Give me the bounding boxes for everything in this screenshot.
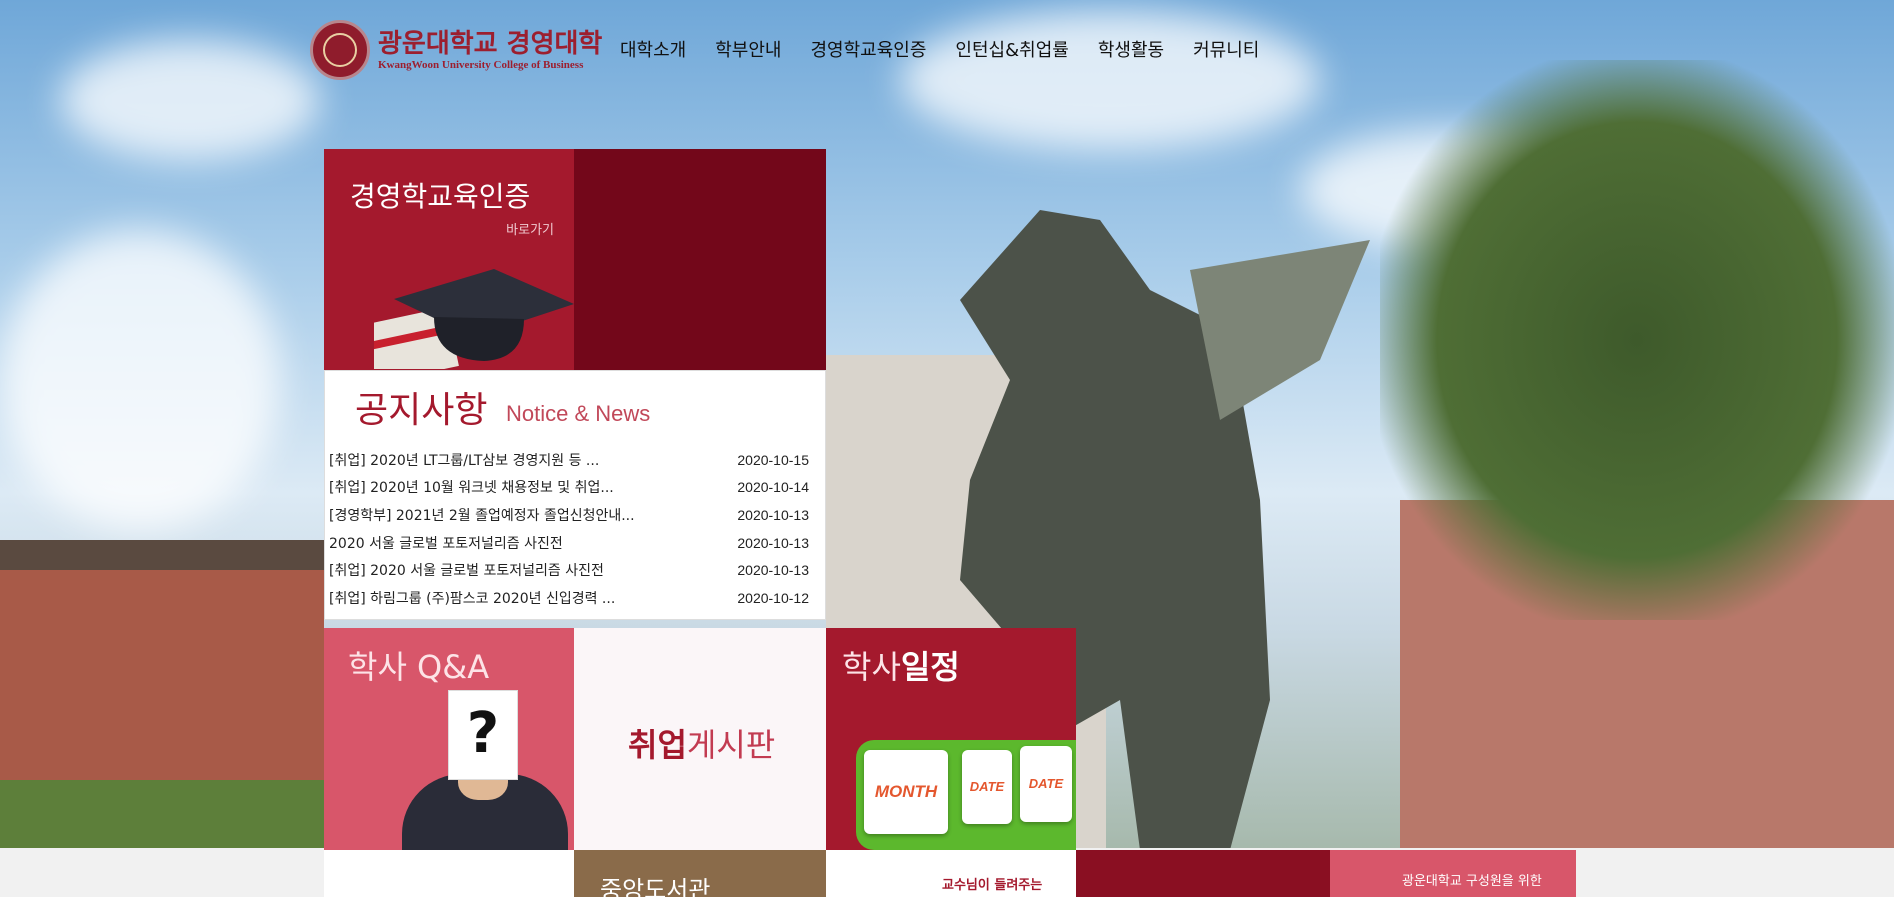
main-nav: 대학소개 학부안내 경영학교육인증 인턴십&취업률 학생활동 커뮤니티 [620, 36, 1259, 62]
university-seal-icon [310, 20, 370, 80]
schedule-title-bold: 일정 [900, 648, 960, 686]
notice-item-text[interactable]: 2020 서울 글로벌 포토저널리즘 사진전 [329, 533, 563, 553]
logo-subtitle: KwangWoon University College of Business [378, 59, 584, 71]
library-title: 중앙도서관 [600, 876, 711, 897]
library-tile[interactable]: 중앙도서관 [574, 850, 826, 897]
accreditation-tile[interactable]: 경영학교육인증 바로가기 [324, 149, 574, 370]
notice-item-text[interactable]: [취업] 하림그룹 (주)팜스코 2020년 신입경력 ... [329, 588, 615, 608]
job-board-title-rest: 게시판 [686, 726, 776, 764]
notice-item[interactable]: [취업] 2020년 LT그룹/LT삼보 경영지원 등 ... 2020-10-1… [329, 446, 809, 474]
nav-item-accreditation[interactable]: 경영학교육인증 [811, 36, 927, 62]
schedule-title-light: 학사 [842, 648, 901, 686]
notice-item[interactable]: [취업] 2020년 10월 워크넷 채용정보 및 취업... 2020-10-1… [329, 474, 809, 502]
calendar-month-icon: MONTH [864, 750, 948, 834]
notice-item-text[interactable]: [취업] 2020 서울 글로벌 포토저널리즘 사진전 [329, 560, 604, 580]
academic-qa-title: 학사 Q&A [348, 648, 490, 686]
notice-item-text[interactable]: [경영학부] 2021년 2월 졸업예정자 졸업신청안내... [329, 505, 635, 525]
cloud [60, 40, 320, 160]
bottom-tile-dark[interactable] [1076, 850, 1330, 897]
academic-schedule-title: 학사일정 [842, 642, 960, 688]
notice-item[interactable]: [취업] 2020 서울 글로벌 포토저널리즘 사진전 2020-10-13 [329, 556, 809, 584]
shrubs [0, 780, 330, 850]
notice-item[interactable]: 2020 서울 글로벌 포토저널리즘 사진전 2020-10-13 [329, 529, 809, 557]
notice-item[interactable]: [취업] 하림그룹 (주)팜스코 2020년 신입경력 ... 2020-10-1… [329, 584, 809, 612]
notice-subtitle: Notice & News [506, 401, 651, 426]
bottom-tile-blank[interactable] [324, 850, 574, 897]
graduation-cap-icon [374, 269, 574, 369]
building-roof [0, 540, 324, 570]
cloud [900, 10, 1320, 150]
question-mark-icon: ? [448, 690, 518, 780]
professor-tile[interactable]: 교수님이 들려주는 [826, 850, 1076, 897]
notice-item-date: 2020-10-12 [737, 589, 809, 606]
notice-item-date: 2020-10-13 [737, 562, 809, 579]
accreditation-panel [574, 149, 826, 370]
academic-schedule-tile[interactable]: 학사일정 MONTH DATE DATE [826, 628, 1076, 850]
notice-list: [취업] 2020년 LT그룹/LT삼보 경영지원 등 ... 2020-10-1… [329, 446, 809, 612]
calendar-date-icon: DATE [962, 750, 1012, 824]
job-board-title: 취업게시판 [628, 720, 775, 766]
professor-title: 교수님이 들려주는 [942, 878, 1043, 893]
notice-item-text[interactable]: [취업] 2020년 10월 워크넷 채용정보 및 취업... [329, 477, 614, 497]
nav-item-intro[interactable]: 대학소개 [620, 36, 686, 62]
academic-qa-tile[interactable]: 학사 Q&A ? [324, 628, 574, 850]
cloud [0, 230, 280, 530]
notice-item-date: 2020-10-14 [737, 479, 809, 496]
pine-tree [1380, 60, 1894, 620]
notice-item-date: 2020-10-15 [737, 451, 809, 468]
members-tile[interactable]: 광운대학교 구성원을 위한 [1330, 850, 1576, 897]
job-board-title-bold: 취업 [628, 726, 687, 764]
notice-panel: 공지사항 Notice & News [취업] 2020년 LT그룹/LT삼보 … [324, 370, 826, 620]
notice-title: 공지사항 [355, 390, 488, 431]
nav-item-community[interactable]: 커뮤니티 [1193, 36, 1259, 62]
nav-item-internship[interactable]: 인턴십&취업률 [955, 36, 1068, 62]
accreditation-link[interactable]: 바로가기 [506, 219, 554, 238]
nav-item-department[interactable]: 학부안내 [715, 36, 781, 62]
job-board-tile[interactable]: 취업게시판 [574, 628, 826, 850]
notice-item-date: 2020-10-13 [737, 506, 809, 523]
site-logo[interactable]: 광운대학교 경영대학 KwangWoon University College … [310, 20, 602, 80]
accreditation-title: 경영학교육인증 [350, 180, 531, 213]
notice-item[interactable]: [경영학부] 2021년 2월 졸업예정자 졸업신청안내... 2020-10-1… [329, 501, 809, 529]
calendar-date-icon: DATE [1020, 746, 1072, 822]
nav-item-student-activity[interactable]: 학생활동 [1098, 36, 1164, 62]
notice-item-date: 2020-10-13 [737, 534, 809, 551]
notice-item-text[interactable]: [취업] 2020년 LT그룹/LT삼보 경영지원 등 ... [329, 450, 599, 470]
logo-title: 광운대학교 경영대학 [378, 29, 603, 59]
members-title: 광운대학교 구성원을 위한 [1402, 874, 1542, 889]
